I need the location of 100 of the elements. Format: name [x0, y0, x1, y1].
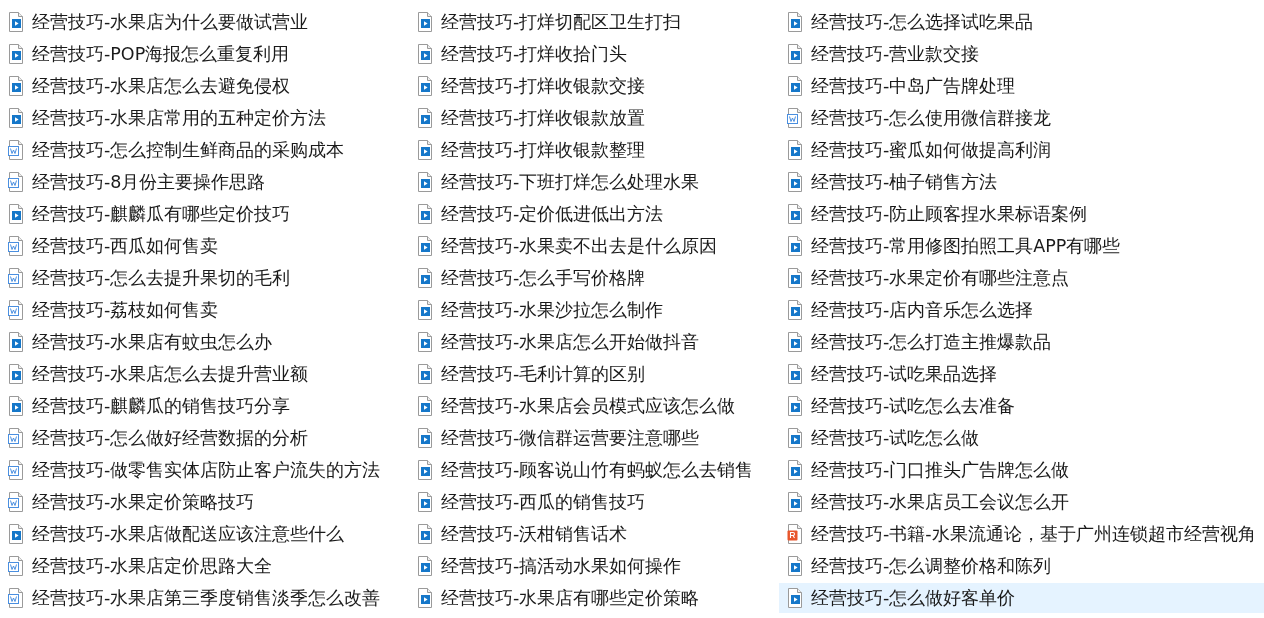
file-item[interactable]: 经营技巧-防止顾客捏水果标语案例: [779, 199, 1264, 229]
file-item[interactable]: 经营技巧-怎么做好客单价: [779, 583, 1264, 613]
file-name: 经营技巧-怎么选择试吃果品: [811, 11, 1034, 34]
file-item[interactable]: 经营技巧-蜜瓜如何做提高利润: [779, 135, 1264, 165]
file-item[interactable]: 经营技巧-荔枝如何售卖: [0, 295, 409, 325]
file-item[interactable]: 经营技巧-怎么做好经营数据的分析: [0, 423, 409, 453]
file-item[interactable]: 经营技巧-试吃果品选择: [779, 359, 1264, 389]
file-item[interactable]: 经营技巧-怎么选择试吃果品: [779, 7, 1264, 37]
file-name: 经营技巧-常用修图拍照工具APP有哪些: [811, 235, 1121, 258]
video-file-icon: [417, 524, 433, 544]
file-name: 经营技巧-麒麟瓜的销售技巧分享: [32, 395, 291, 418]
file-item[interactable]: 经营技巧-打烊收银款整理: [409, 135, 779, 165]
file-item[interactable]: 经营技巧-水果卖不出去是什么原因: [409, 231, 779, 261]
file-name: 经营技巧-水果店常用的五种定价方法: [32, 107, 327, 130]
file-item[interactable]: 经营技巧-顾客说山竹有蚂蚁怎么去销售: [409, 455, 779, 485]
video-file-icon: [417, 172, 433, 192]
file-name: 经营技巧-试吃果品选择: [811, 363, 998, 386]
file-name: 经营技巧-水果店定价思路大全: [32, 555, 273, 578]
file-item[interactable]: 经营技巧-西瓜如何售卖: [0, 231, 409, 261]
video-file-icon: [417, 428, 433, 448]
file-item[interactable]: 经营技巧-水果定价有哪些注意点: [779, 263, 1264, 293]
video-file-icon: [787, 76, 803, 96]
file-item[interactable]: 经营技巧-西瓜的销售技巧: [409, 487, 779, 517]
file-name: 经营技巧-怎么做好经营数据的分析: [32, 427, 309, 450]
file-name: 经营技巧-防止顾客捏水果标语案例: [811, 203, 1088, 226]
file-item[interactable]: 经营技巧-怎么使用微信群接龙: [779, 103, 1264, 133]
pdf-file-icon: [787, 524, 803, 544]
file-item[interactable]: 经营技巧-怎么打造主推爆款品: [779, 327, 1264, 357]
file-item[interactable]: 经营技巧-定价低进低出方法: [409, 199, 779, 229]
file-item[interactable]: 经营技巧-试吃怎么去准备: [779, 391, 1264, 421]
file-item[interactable]: 经营技巧-怎么手写价格牌: [409, 263, 779, 293]
file-item[interactable]: 经营技巧-怎么去提升果切的毛利: [0, 263, 409, 293]
file-item[interactable]: 经营技巧-沃柑销售话术: [409, 519, 779, 549]
video-file-icon: [417, 588, 433, 608]
file-item[interactable]: 经营技巧-水果店做配送应该注意些什么: [0, 519, 409, 549]
file-item[interactable]: 经营技巧-下班打烊怎么处理水果: [409, 167, 779, 197]
file-item[interactable]: 经营技巧-柚子销售方法: [779, 167, 1264, 197]
file-item[interactable]: 经营技巧-水果店员工会议怎么开: [779, 487, 1264, 517]
file-item[interactable]: 经营技巧-水果店有蚊虫怎么办: [0, 327, 409, 357]
file-name: 经营技巧-西瓜的销售技巧: [441, 491, 646, 514]
file-item[interactable]: 经营技巧-打烊收银款交接: [409, 71, 779, 101]
file-item[interactable]: 经营技巧-水果店常用的五种定价方法: [0, 103, 409, 133]
file-item[interactable]: 经营技巧-水果店怎么去避免侵权: [0, 71, 409, 101]
file-item[interactable]: 经营技巧-微信群运营要注意哪些: [409, 423, 779, 453]
file-item[interactable]: 经营技巧-怎么调整价格和陈列: [779, 551, 1264, 581]
file-item[interactable]: 经营技巧-书籍-水果流通论，基于广州连锁超市经营视角: [779, 519, 1264, 549]
file-item[interactable]: 经营技巧-搞活动水果如何操作: [409, 551, 779, 581]
file-name: 经营技巧-怎么打造主推爆款品: [811, 331, 1052, 354]
file-name: 经营技巧-营业款交接: [811, 43, 980, 66]
file-item[interactable]: 经营技巧-打烊收拾门头: [409, 39, 779, 69]
file-name: 经营技巧-水果店有哪些定价策略: [441, 587, 700, 610]
video-file-icon: [787, 588, 803, 608]
file-name: 经营技巧-怎么控制生鲜商品的采购成本: [32, 139, 345, 162]
file-item[interactable]: 经营技巧-POP海报怎么重复利用: [0, 39, 409, 69]
file-item[interactable]: 经营技巧-常用修图拍照工具APP有哪些: [779, 231, 1264, 261]
file-name: 经营技巧-水果店怎么去避免侵权: [32, 75, 291, 98]
file-item[interactable]: 经营技巧-打烊收银款放置: [409, 103, 779, 133]
file-item[interactable]: 经营技巧-水果定价策略技巧: [0, 487, 409, 517]
file-item[interactable]: 经营技巧-中岛广告牌处理: [779, 71, 1264, 101]
video-file-icon: [417, 44, 433, 64]
file-item[interactable]: 经营技巧-麒麟瓜有哪些定价技巧: [0, 199, 409, 229]
file-item[interactable]: 经营技巧-水果店会员模式应该怎么做: [409, 391, 779, 421]
file-item[interactable]: 经营技巧-打烊切配区卫生打扫: [409, 7, 779, 37]
file-item[interactable]: 经营技巧-水果店怎么开始做抖音: [409, 327, 779, 357]
video-file-icon: [417, 396, 433, 416]
file-name: 经营技巧-搞活动水果如何操作: [441, 555, 682, 578]
file-item[interactable]: 经营技巧-水果店定价思路大全: [0, 551, 409, 581]
word-document-icon: [787, 108, 803, 128]
file-item[interactable]: 经营技巧-做零售实体店防止客户流失的方法: [0, 455, 409, 485]
word-document-icon: [8, 268, 24, 288]
file-item[interactable]: 经营技巧-麒麟瓜的销售技巧分享: [0, 391, 409, 421]
video-file-icon: [8, 524, 24, 544]
file-item[interactable]: 经营技巧-水果店第三季度销售淡季怎么改善: [0, 583, 409, 613]
file-name: 经营技巧-水果定价策略技巧: [32, 491, 255, 514]
video-file-icon: [787, 236, 803, 256]
file-item[interactable]: 经营技巧-店内音乐怎么选择: [779, 295, 1264, 325]
file-item[interactable]: 经营技巧-毛利计算的区别: [409, 359, 779, 389]
file-name: 经营技巧-怎么使用微信群接龙: [811, 107, 1052, 130]
word-document-icon: [8, 492, 24, 512]
file-item[interactable]: 经营技巧-水果店怎么去提升营业额: [0, 359, 409, 389]
word-document-icon: [8, 236, 24, 256]
file-item[interactable]: 经营技巧-水果沙拉怎么制作: [409, 295, 779, 325]
video-file-icon: [417, 332, 433, 352]
video-file-icon: [787, 396, 803, 416]
file-name: 经营技巧-荔枝如何售卖: [32, 299, 219, 322]
file-name: 经营技巧-蜜瓜如何做提高利润: [811, 139, 1052, 162]
file-item[interactable]: 经营技巧-水果店为什么要做试营业: [0, 7, 409, 37]
file-item[interactable]: 经营技巧-试吃怎么做: [779, 423, 1264, 453]
file-item[interactable]: 经营技巧-8月份主要操作思路: [0, 167, 409, 197]
file-item[interactable]: 经营技巧-门口推头广告牌怎么做: [779, 455, 1264, 485]
file-item[interactable]: 经营技巧-水果店有哪些定价策略: [409, 583, 779, 613]
video-file-icon: [787, 460, 803, 480]
video-file-icon: [417, 556, 433, 576]
video-file-icon: [787, 268, 803, 288]
word-document-icon: [8, 556, 24, 576]
file-name: 经营技巧-试吃怎么做: [811, 427, 980, 450]
file-item[interactable]: 经营技巧-营业款交接: [779, 39, 1264, 69]
video-file-icon: [787, 12, 803, 32]
file-item[interactable]: 经营技巧-怎么控制生鲜商品的采购成本: [0, 135, 409, 165]
file-name: 经营技巧-柚子销售方法: [811, 171, 998, 194]
